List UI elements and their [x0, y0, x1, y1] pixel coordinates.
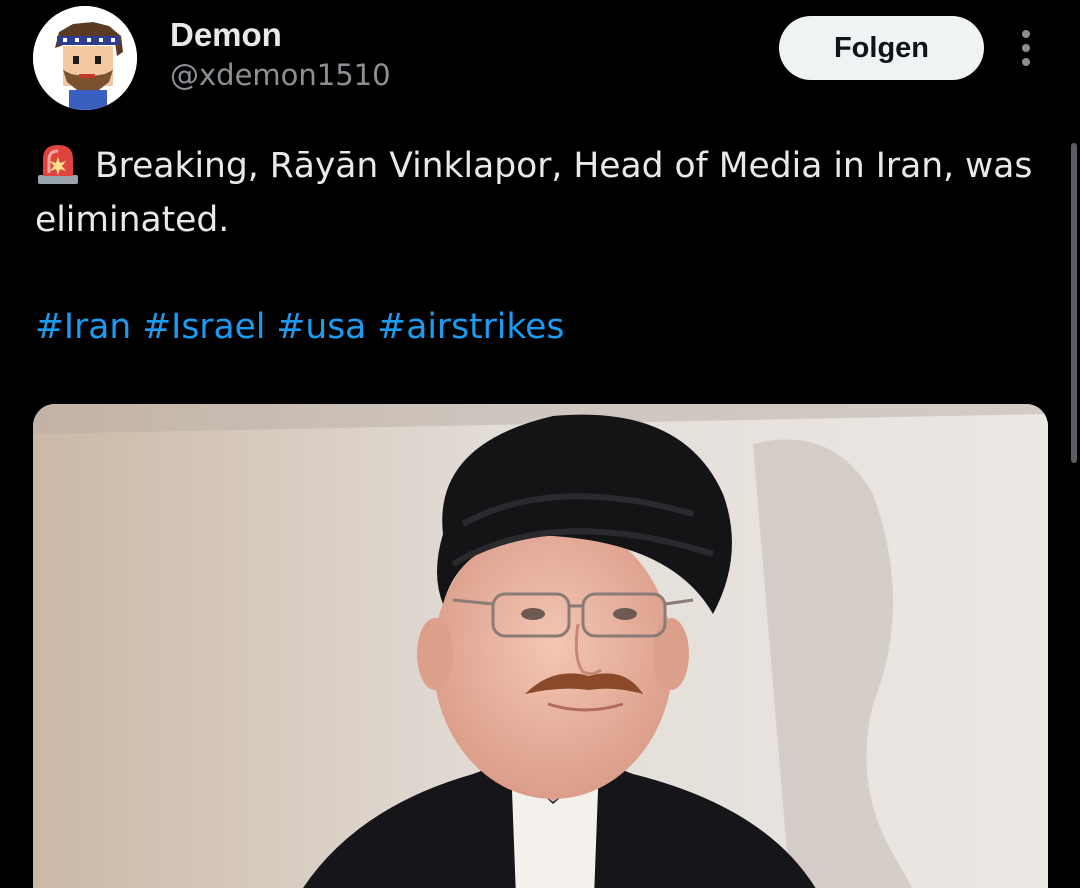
pixel-character-avatar-icon — [33, 6, 137, 110]
post-body-text: Breaking, Rāyān Vinklapor, Head of Media… — [35, 146, 1033, 240]
author-handle[interactable]: @xdemon1510 — [170, 58, 391, 92]
avatar[interactable] — [33, 6, 137, 110]
follow-button[interactable]: Folgen — [779, 16, 984, 80]
tweet-view: Demon @xdemon1510 Folgen Breaking, Rāyān… — [0, 0, 1080, 888]
portrait-photo — [33, 404, 1048, 888]
siren-emoji-icon — [38, 145, 78, 184]
more-options-button[interactable] — [1008, 26, 1044, 70]
scrollbar[interactable] — [1071, 143, 1077, 463]
post-media-image[interactable] — [33, 404, 1048, 888]
hashtag-link[interactable]: #usa — [276, 307, 366, 347]
hashtag-link[interactable]: #Iran — [35, 307, 131, 347]
more-vertical-icon — [1022, 30, 1030, 66]
post-text: Breaking, Rāyān Vinklapor, Head of Media… — [35, 139, 1055, 247]
hashtag-link[interactable]: #airstrikes — [377, 307, 564, 347]
author-display-name[interactable]: Demon — [170, 16, 282, 54]
hashtag-list: #Iran #Israel #usa #airstrikes — [35, 300, 564, 354]
hashtag-link[interactable]: #Israel — [142, 307, 265, 347]
